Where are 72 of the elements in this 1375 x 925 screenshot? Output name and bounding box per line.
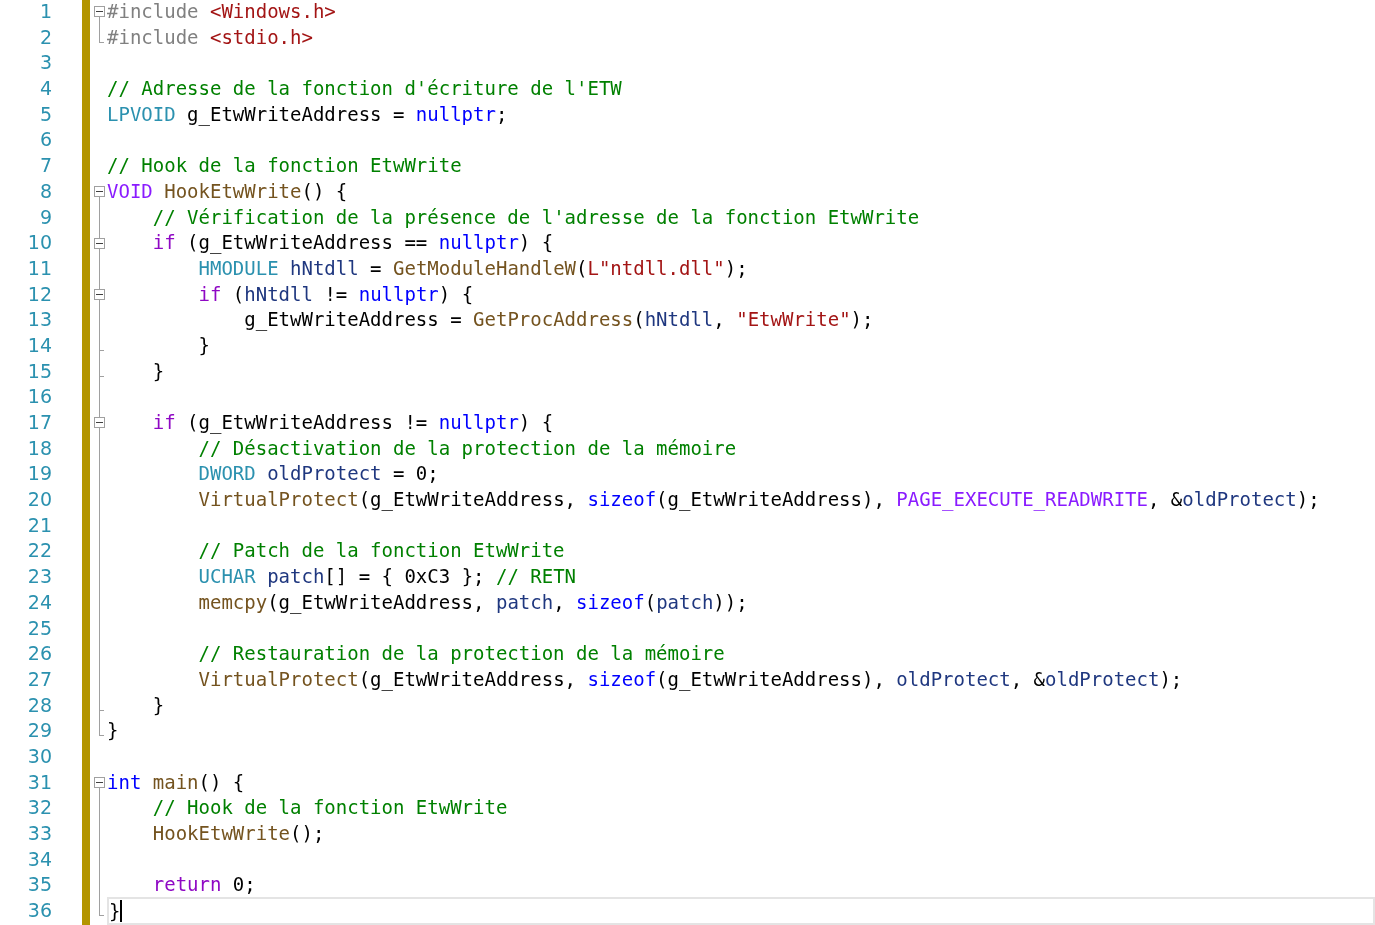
line-number: 26 [27,641,52,667]
line-number: 35 [27,872,52,898]
code-line: return 0; [152,872,256,898]
line-number: 25 [27,615,52,641]
collapse-toggle[interactable] [94,288,105,300]
line-number: 17 [27,410,52,435]
line-number: 33 [27,821,52,846]
code-line: } [198,332,210,358]
line-number: 20 [27,487,52,513]
line-number: 30 [27,743,52,769]
line-number: 22 [27,538,52,564]
line-number: 12 [27,281,52,307]
code-line: #include <Windows.h> [107,0,336,24]
line-number: 31 [27,769,52,795]
code-line: VirtualProtect(g_EtwWriteAddress, sizeof(g_EtwWriteAddress), PAGE_EXECUTE_READWRITE, &oldProtect); [198,487,1320,513]
code-line: #include <stdio.h> [107,24,313,50]
code-line: // Restauration de la protection de la mémoire [198,641,725,667]
code-line: // Vérification de la présence de l'adresse de la fonction EtwWrite [152,204,920,230]
code-line: // Adresse de la fonction d'écriture de l'ETW [107,76,622,102]
line-number: 10 [27,230,52,256]
code-line: HMODULE hNtdll = GetModuleHandleW(L"ntdll.dll"); [198,255,748,281]
code-line: // Hook de la fonction EtwWrite [107,153,462,179]
line-number: 9 [39,204,52,230]
line-number: 13 [27,307,52,333]
collapse-toggle[interactable] [94,6,105,18]
line-number: 6 [39,127,52,153]
code-line: } [152,358,165,384]
code-line: VirtualProtect(g_EtwWriteAddress, sizeof(g_EtwWriteAddress), oldProtect, &oldProtect); [198,666,1183,693]
code-line: g_EtwWriteAddress = GetProcAddress(hNtdll, "EtwWrite"); [244,307,874,333]
line-number: 18 [27,435,52,461]
line-number: 2 [39,24,52,50]
code-line: if (g_EtwWriteAddress != nullptr) { [152,410,554,436]
line-number: 24 [27,589,52,615]
line-number: 14 [27,332,52,358]
line-number: 32 [27,795,52,821]
line-number: 8 [39,178,52,204]
code-line: memcpy(g_EtwWriteAddress, patch, sizeof(patch)); [198,589,748,616]
code-line: } [152,692,165,718]
line-number: 36 [27,898,52,924]
line-number: 1 [39,0,52,24]
line-number: 23 [27,564,52,590]
text-caret [120,899,123,922]
line-number: 15 [27,358,52,384]
line-number: 3 [39,50,52,76]
collapse-toggle[interactable] [94,776,105,788]
line-number: 16 [27,384,52,410]
line-number: 19 [27,461,52,487]
code-line: // Désactivation de la protection de la mémoire [198,435,737,461]
line-number: 28 [27,692,52,718]
collapse-toggle[interactable] [94,186,105,198]
line-number: 5 [39,101,52,127]
line-number: 27 [27,666,52,692]
collapse-toggle[interactable] [94,237,105,249]
code-line: UCHAR patch[] = { 0xC3 }; // RETN [198,564,577,590]
code-line: HookEtwWrite(); [152,821,325,846]
code-line: if (g_EtwWriteAddress == nullptr) { [152,230,554,256]
code-line: if (hNtdll != nullptr) { [198,281,474,307]
line-number: 29 [27,718,52,744]
line-number: 11 [27,255,52,281]
code-line: int main() { [107,769,245,795]
code-line: LPVOID g_EtwWriteAddress = nullptr; [107,101,508,128]
line-number: 34 [27,846,52,872]
collapse-toggle[interactable] [94,417,105,429]
line-number: 7 [39,153,52,179]
code-line: } [107,718,119,744]
code-line: VOID HookEtwWrite() { [107,178,348,204]
code-line: DWORD oldProtect = 0; [198,461,439,487]
line-number: 4 [39,76,52,102]
code-line: } [109,899,121,923]
code-line: // Patch de la fonction EtwWrite [198,538,565,564]
code-line: // Hook de la fonction EtwWrite [152,795,508,821]
line-number: 21 [27,512,52,538]
